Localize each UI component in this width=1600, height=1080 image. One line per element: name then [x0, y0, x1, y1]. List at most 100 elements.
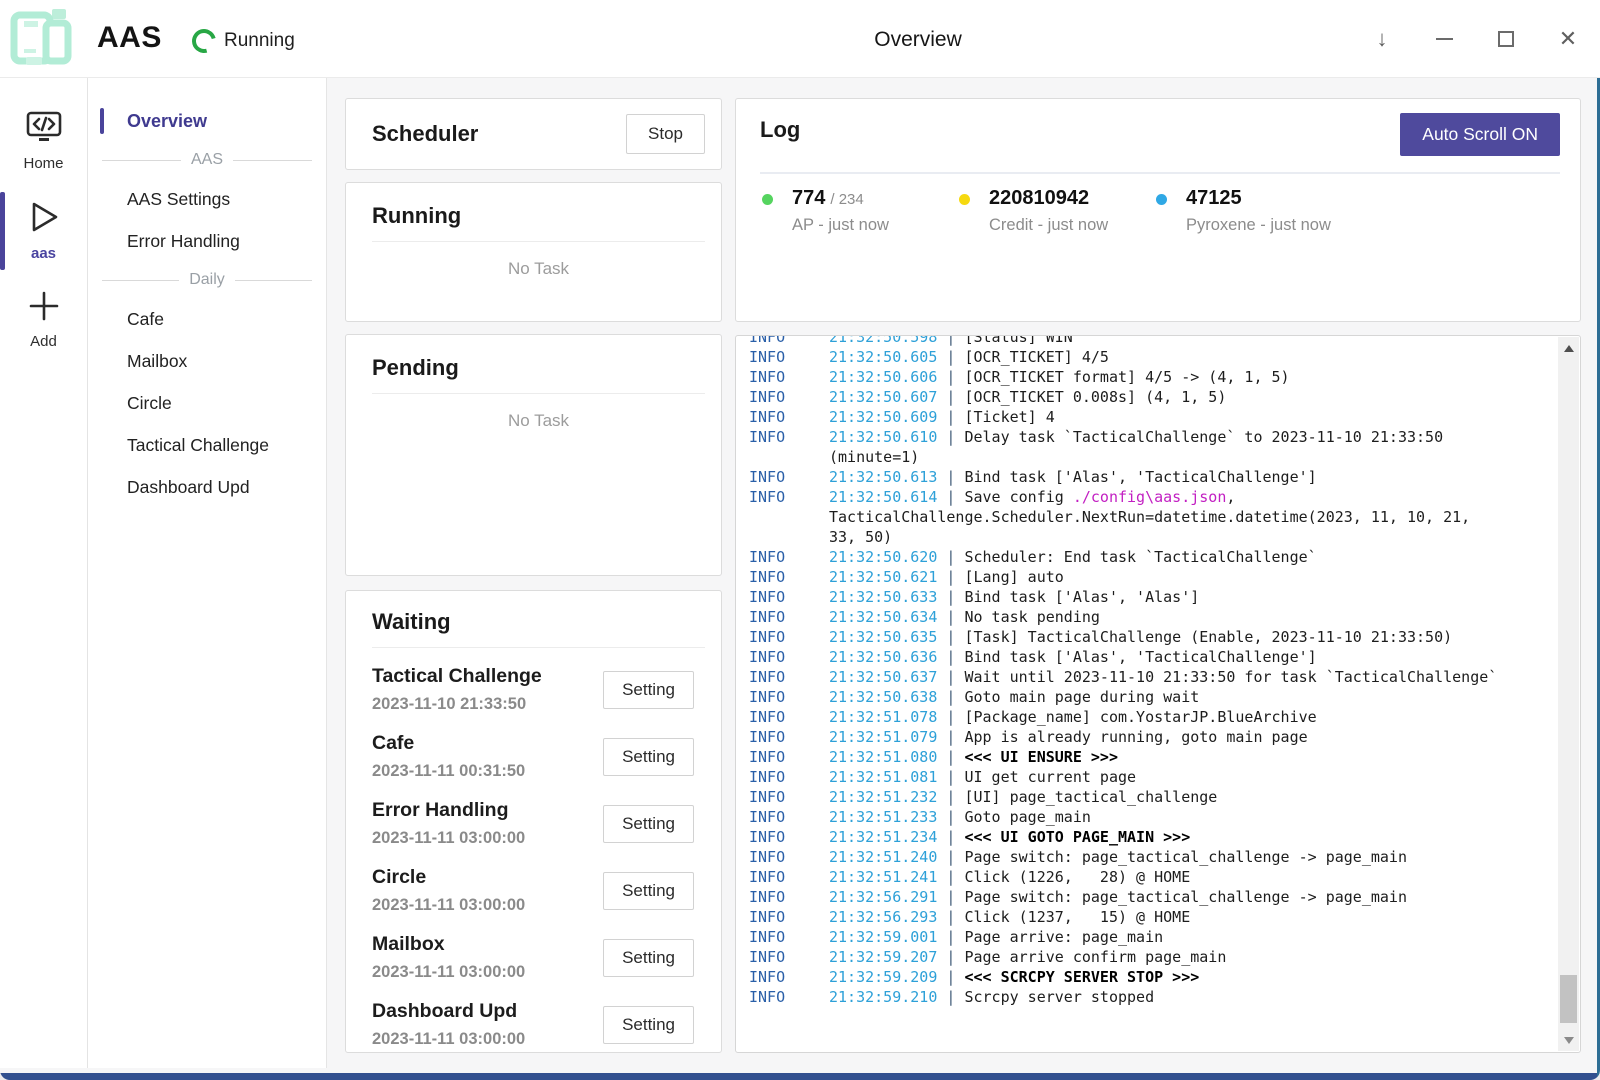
- task-setting-button[interactable]: Setting: [603, 805, 694, 843]
- stat-total: / 234: [830, 191, 863, 208]
- log-message: App is already running, goto main page: [964, 728, 1307, 746]
- task-setting-button[interactable]: Setting: [603, 1006, 694, 1044]
- log-entry: INFO21:32:50.606 | [OCR_TICKET format] 4…: [749, 367, 1558, 387]
- task-name: Error Handling: [372, 799, 525, 822]
- log-message-segment: Save config: [964, 488, 1072, 506]
- log-level: INFO: [749, 627, 829, 647]
- log-entry-body: 21:32:50.607 | [OCR_TICKET 0.008s] (4, 1…: [829, 387, 1499, 407]
- nav-item-label: Error Handling: [127, 231, 240, 252]
- nav-item-cafe[interactable]: Cafe: [88, 298, 326, 340]
- log-header-card: Log Auto Scroll ON 774/ 234 AP - just no…: [735, 98, 1581, 322]
- log-message: Click (1226, 28) @ HOME: [964, 868, 1190, 886]
- log-timestamp: 21:32:50.598: [829, 336, 937, 346]
- log-scroll-area[interactable]: INFO21:32:50.598 | [Status] WININFO21:32…: [736, 336, 1558, 1052]
- nav-item-tactical-challenge[interactable]: Tactical Challenge: [88, 424, 326, 466]
- log-message: [UI] page_tactical_challenge: [964, 788, 1217, 806]
- nav-item-label: Circle: [127, 393, 172, 414]
- log-scrollbar[interactable]: [1558, 337, 1579, 1051]
- nav-item-label: Tactical Challenge: [127, 435, 269, 456]
- log-entry-body: 21:32:50.621 | [Lang] auto: [829, 567, 1499, 587]
- scheduler-stop-button[interactable]: Stop: [626, 114, 705, 154]
- rail-item-aas[interactable]: aas: [0, 186, 87, 276]
- log-entry: INFO21:32:59.209 | <<< SCRCPY SERVER STO…: [749, 967, 1558, 987]
- log-separator: |: [937, 748, 964, 766]
- scrollbar-up-icon[interactable]: [1558, 339, 1579, 357]
- task-next-run-time: 2023-11-11 03:00:00: [372, 829, 525, 848]
- log-message-segment: [UI] page_tactical_challenge: [964, 788, 1217, 806]
- nav-item-aas-settings[interactable]: AAS Settings: [88, 178, 326, 220]
- log-message-segment: <<< UI GOTO PAGE_MAIN >>>: [964, 828, 1190, 846]
- stat-label: AP - just now: [792, 216, 957, 235]
- log-message-segment: Wait until 2023-11-10 21:33:50 for task …: [964, 668, 1497, 686]
- log-message: Page switch: page_tactical_challenge -> …: [964, 888, 1407, 906]
- task-setting-button[interactable]: Setting: [603, 671, 694, 709]
- log-entry-body: 21:32:50.620 | Scheduler: End task `Tact…: [829, 547, 1499, 567]
- task-setting-button[interactable]: Setting: [603, 738, 694, 776]
- log-message: Scheduler: End task `TacticalChallenge`: [964, 548, 1316, 566]
- minimize-icon[interactable]: [1430, 25, 1458, 53]
- log-message-segment: [OCR_TICKET format] 4/5 -> (4, 1, 5): [964, 368, 1289, 386]
- log-level: INFO: [749, 947, 829, 967]
- nav-item-mailbox[interactable]: Mailbox: [88, 340, 326, 382]
- log-message-segment: [OCR_TICKET 0.008s] (4, 1, 5): [964, 388, 1226, 406]
- dashboard-stat: 220810942 Credit - just now: [957, 187, 1154, 235]
- log-entry-body: 21:32:56.293 | Click (1237, 15) @ HOME: [829, 907, 1499, 927]
- task-setting-button[interactable]: Setting: [603, 872, 694, 910]
- task-next-run-time: 2023-11-11 03:00:00: [372, 1030, 525, 1049]
- log-message: [Ticket] 4: [964, 408, 1054, 426]
- waiting-task-dashboard-upd: Dashboard Upd 2023-11-11 03:00:00 Settin…: [372, 991, 705, 1053]
- log-entry: INFO21:32:50.621 | [Lang] auto: [749, 567, 1558, 587]
- log-level: INFO: [749, 927, 829, 947]
- log-level: INFO: [749, 467, 829, 487]
- nav-item-circle[interactable]: Circle: [88, 382, 326, 424]
- maximize-icon[interactable]: [1492, 25, 1520, 53]
- log-timestamp: 21:32:51.079: [829, 728, 937, 746]
- download-update-icon[interactable]: ↓: [1368, 25, 1396, 53]
- log-entry-body: 21:32:51.079 | App is already running, g…: [829, 727, 1499, 747]
- task-name: Mailbox: [372, 933, 525, 956]
- rail-item-home[interactable]: Home: [0, 96, 87, 186]
- rail-item-add[interactable]: Add: [0, 276, 87, 364]
- log-timestamp: 21:32:51.078: [829, 708, 937, 726]
- scrollbar-down-icon[interactable]: [1558, 1031, 1579, 1049]
- nav-item-error-handling[interactable]: Error Handling: [88, 220, 326, 262]
- pending-card: Pending No Task: [345, 334, 722, 576]
- nav-item-label: Mailbox: [127, 351, 187, 372]
- log-level: INFO: [749, 787, 829, 807]
- log-level: INFO: [749, 727, 829, 747]
- close-icon[interactable]: ✕: [1554, 25, 1582, 53]
- log-level: INFO: [749, 487, 829, 507]
- log-message-segment: Page arrive confirm page_main: [964, 948, 1226, 966]
- log-separator: |: [937, 368, 964, 386]
- log-timestamp: 21:32:59.001: [829, 928, 937, 946]
- auto-scroll-toggle-button[interactable]: Auto Scroll ON: [1400, 113, 1560, 156]
- nav-section-label: AAS: [191, 151, 223, 169]
- log-level: INFO: [749, 847, 829, 867]
- log-entry-body: 21:32:50.637 | Wait until 2023-11-10 21:…: [829, 667, 1499, 687]
- log-separator: |: [937, 768, 964, 786]
- log-entry: INFO21:32:50.605 | [OCR_TICKET] 4/5: [749, 347, 1558, 367]
- log-separator: |: [937, 688, 964, 706]
- log-entry: INFO21:32:51.078 | [Package_name] com.Yo…: [749, 707, 1558, 727]
- log-separator: |: [937, 388, 964, 406]
- task-setting-button[interactable]: Setting: [603, 939, 694, 977]
- scrollbar-thumb[interactable]: [1560, 975, 1577, 1023]
- nav-item-dashboard-upd[interactable]: Dashboard Upd: [88, 466, 326, 508]
- stat-dot-icon: [762, 194, 773, 205]
- main-content: Scheduler Stop Running No Task Pending N…: [327, 78, 1600, 1068]
- log-timestamp: 21:32:50.633: [829, 588, 937, 606]
- log-separator: |: [937, 808, 964, 826]
- icon-rail: Home aas Add: [0, 78, 88, 1068]
- log-level: INFO: [749, 687, 829, 707]
- log-entry-body: 21:32:50.609 | [Ticket] 4: [829, 407, 1499, 427]
- log-entry: INFO21:32:50.633 | Bind task ['Alas', 'A…: [749, 587, 1558, 607]
- log-message: [Status] WIN: [964, 336, 1072, 346]
- running-empty-text: No Task: [372, 242, 705, 279]
- log-entry: INFO21:32:51.081 | UI get current page: [749, 767, 1558, 787]
- log-level: INFO: [749, 987, 829, 1007]
- log-message: [OCR_TICKET] 4/5: [964, 348, 1109, 366]
- log-level: INFO: [749, 547, 829, 567]
- log-title: Log: [760, 117, 800, 143]
- nav-item-overview[interactable]: Overview: [88, 100, 326, 142]
- log-message-segment: Bind task ['Alas', 'TacticalChallenge']: [964, 648, 1316, 666]
